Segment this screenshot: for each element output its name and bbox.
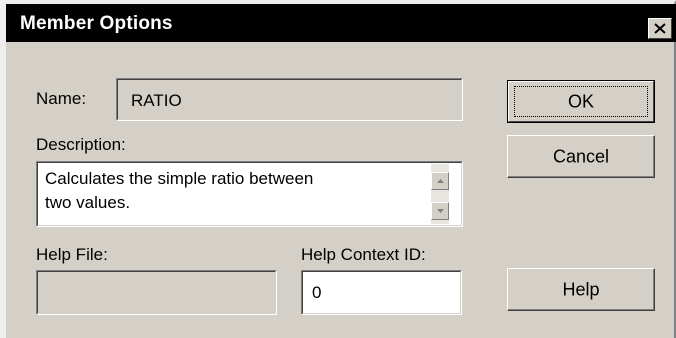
description-line-1: Calculates the simple ratio between <box>45 169 314 188</box>
help-context-id-label: Help Context ID: <box>301 245 426 264</box>
ok-button[interactable]: OK <box>507 80 655 123</box>
arrow-up-icon <box>437 179 444 183</box>
name-field: RATIO <box>116 78 463 121</box>
name-value: RATIO <box>131 91 182 110</box>
scroll-up-button[interactable] <box>431 172 449 190</box>
arrow-down-icon <box>437 209 444 213</box>
dialog-title: Member Options <box>20 13 173 34</box>
help-file-label: Help File: <box>36 245 108 264</box>
cancel-button-label: Cancel <box>552 146 610 166</box>
description-label: Description: <box>36 135 126 154</box>
help-context-id-input[interactable]: 0 <box>301 270 462 315</box>
help-context-id-value: 0 <box>312 283 322 302</box>
close-button[interactable] <box>648 18 672 39</box>
description-textarea[interactable]: Calculates the simple ratio between two … <box>36 161 463 227</box>
help-button-label: Help <box>562 279 600 299</box>
name-label: Name: <box>36 89 87 108</box>
close-icon <box>654 23 666 34</box>
title-bar[interactable]: Member Options <box>6 4 676 42</box>
description-line-2: two values. <box>45 193 131 212</box>
member-options-dialog: Member Options Name: RATIO Description: … <box>0 0 676 338</box>
scroll-down-button[interactable] <box>431 202 449 220</box>
ok-button-label: OK <box>567 91 594 111</box>
help-button[interactable]: Help <box>507 268 655 311</box>
help-file-field <box>36 270 277 315</box>
cancel-button[interactable]: Cancel <box>507 135 655 178</box>
